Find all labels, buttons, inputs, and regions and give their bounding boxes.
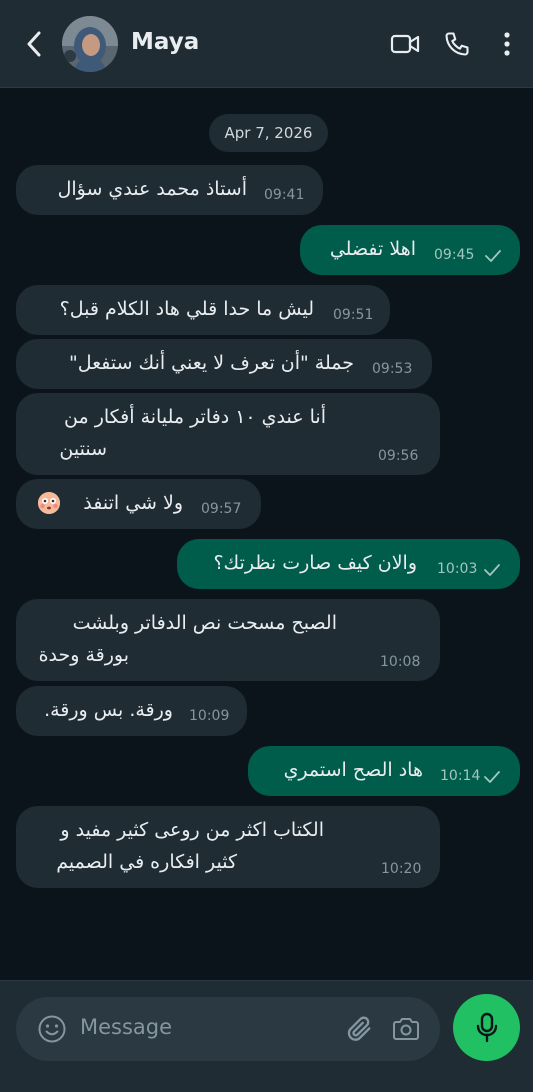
message-text: جملة "أن تعرف لا يعني أنك ستفعل" [68, 352, 354, 374]
message-time: 10:14 [440, 768, 481, 784]
message-outgoing[interactable]: والان كيف صارت نظرتك؟ 10:03 [177, 539, 520, 589]
flushed-face-emoji [38, 492, 60, 514]
message-incoming[interactable]: الصبح مسحت نص الدفاتر وبلشت بورقة وحدة 1… [16, 599, 440, 681]
message-time: 09:57 [201, 501, 242, 517]
sent-check-icon [484, 771, 500, 783]
message-time: 09:45 [434, 247, 475, 263]
message-text: ورقة. بس ورقة. [44, 699, 173, 721]
date-separator: Apr 7, 2026 [209, 114, 328, 152]
avatar[interactable] [62, 16, 118, 72]
message-incoming[interactable]: ليش ما حدا قلي هاد الكلام قبل؟ 09:51 [16, 285, 390, 335]
message-time: 09:51 [333, 307, 374, 323]
back-arrow-icon[interactable] [20, 28, 48, 60]
message-text: والان كيف صارت نظرتك؟ [213, 552, 417, 574]
message-time: 09:53 [372, 361, 413, 377]
message-time: 09:56 [378, 448, 419, 464]
message-time: 10:08 [380, 654, 421, 670]
message-text: الكتاب اكثر من روعى كثير مفيد و [60, 819, 324, 841]
message-text: اهلا تفضلي [329, 238, 416, 260]
message-text: سنتين [59, 438, 107, 460]
message-time: 10:20 [381, 861, 422, 877]
sent-check-icon [484, 564, 500, 576]
message-time: 10:03 [437, 561, 478, 577]
message-incoming[interactable]: ولا شي اتنفذ 09:57 [16, 479, 261, 529]
contact-name[interactable]: Maya [131, 29, 199, 55]
message-text: أنا عندي ١٠ دفاتر مليانة أفكار من [64, 406, 326, 428]
message-incoming[interactable]: أستاذ محمد عندي سؤال 09:41 [16, 165, 323, 215]
message-text: بورقة وحدة [38, 644, 129, 666]
message-outgoing[interactable]: هاد الصح استمري 10:14 [248, 746, 520, 796]
emoji-icon[interactable] [36, 1013, 68, 1045]
message-incoming[interactable]: ورقة. بس ورقة. 10:09 [16, 686, 247, 736]
message-text: هاد الصح استمري [283, 759, 423, 781]
message-placeholder: Message [80, 1015, 173, 1039]
chat-header: Maya [0, 0, 533, 88]
camera-icon[interactable] [390, 1013, 422, 1045]
attach-icon[interactable] [344, 1013, 376, 1045]
message-text: أستاذ محمد عندي سؤال [57, 178, 247, 200]
message-time: 09:41 [264, 187, 305, 203]
message-incoming[interactable]: الكتاب اكثر من روعى كثير مفيد و كثير افك… [16, 806, 440, 888]
message-outgoing[interactable]: اهلا تفضلي 09:45 [300, 225, 520, 275]
video-call-icon[interactable] [389, 28, 421, 60]
sent-check-icon [485, 250, 501, 262]
mic-button[interactable] [453, 994, 520, 1061]
mic-icon [476, 1012, 497, 1042]
message-text: الصبح مسحت نص الدفاتر وبلشت [72, 612, 337, 634]
message-text: ليش ما حدا قلي هاد الكلام قبل؟ [59, 298, 314, 320]
more-vert-icon[interactable] [491, 28, 523, 60]
message-text: كثير افكاره في الصميم [56, 851, 237, 873]
message-incoming[interactable]: أنا عندي ١٠ دفاتر مليانة أفكار من سنتين … [16, 393, 440, 475]
message-time: 10:09 [189, 708, 230, 724]
message-text: ولا شي اتنفذ [83, 492, 183, 514]
voice-call-icon[interactable] [441, 28, 473, 60]
message-incoming[interactable]: جملة "أن تعرف لا يعني أنك ستفعل" 09:53 [16, 339, 432, 389]
